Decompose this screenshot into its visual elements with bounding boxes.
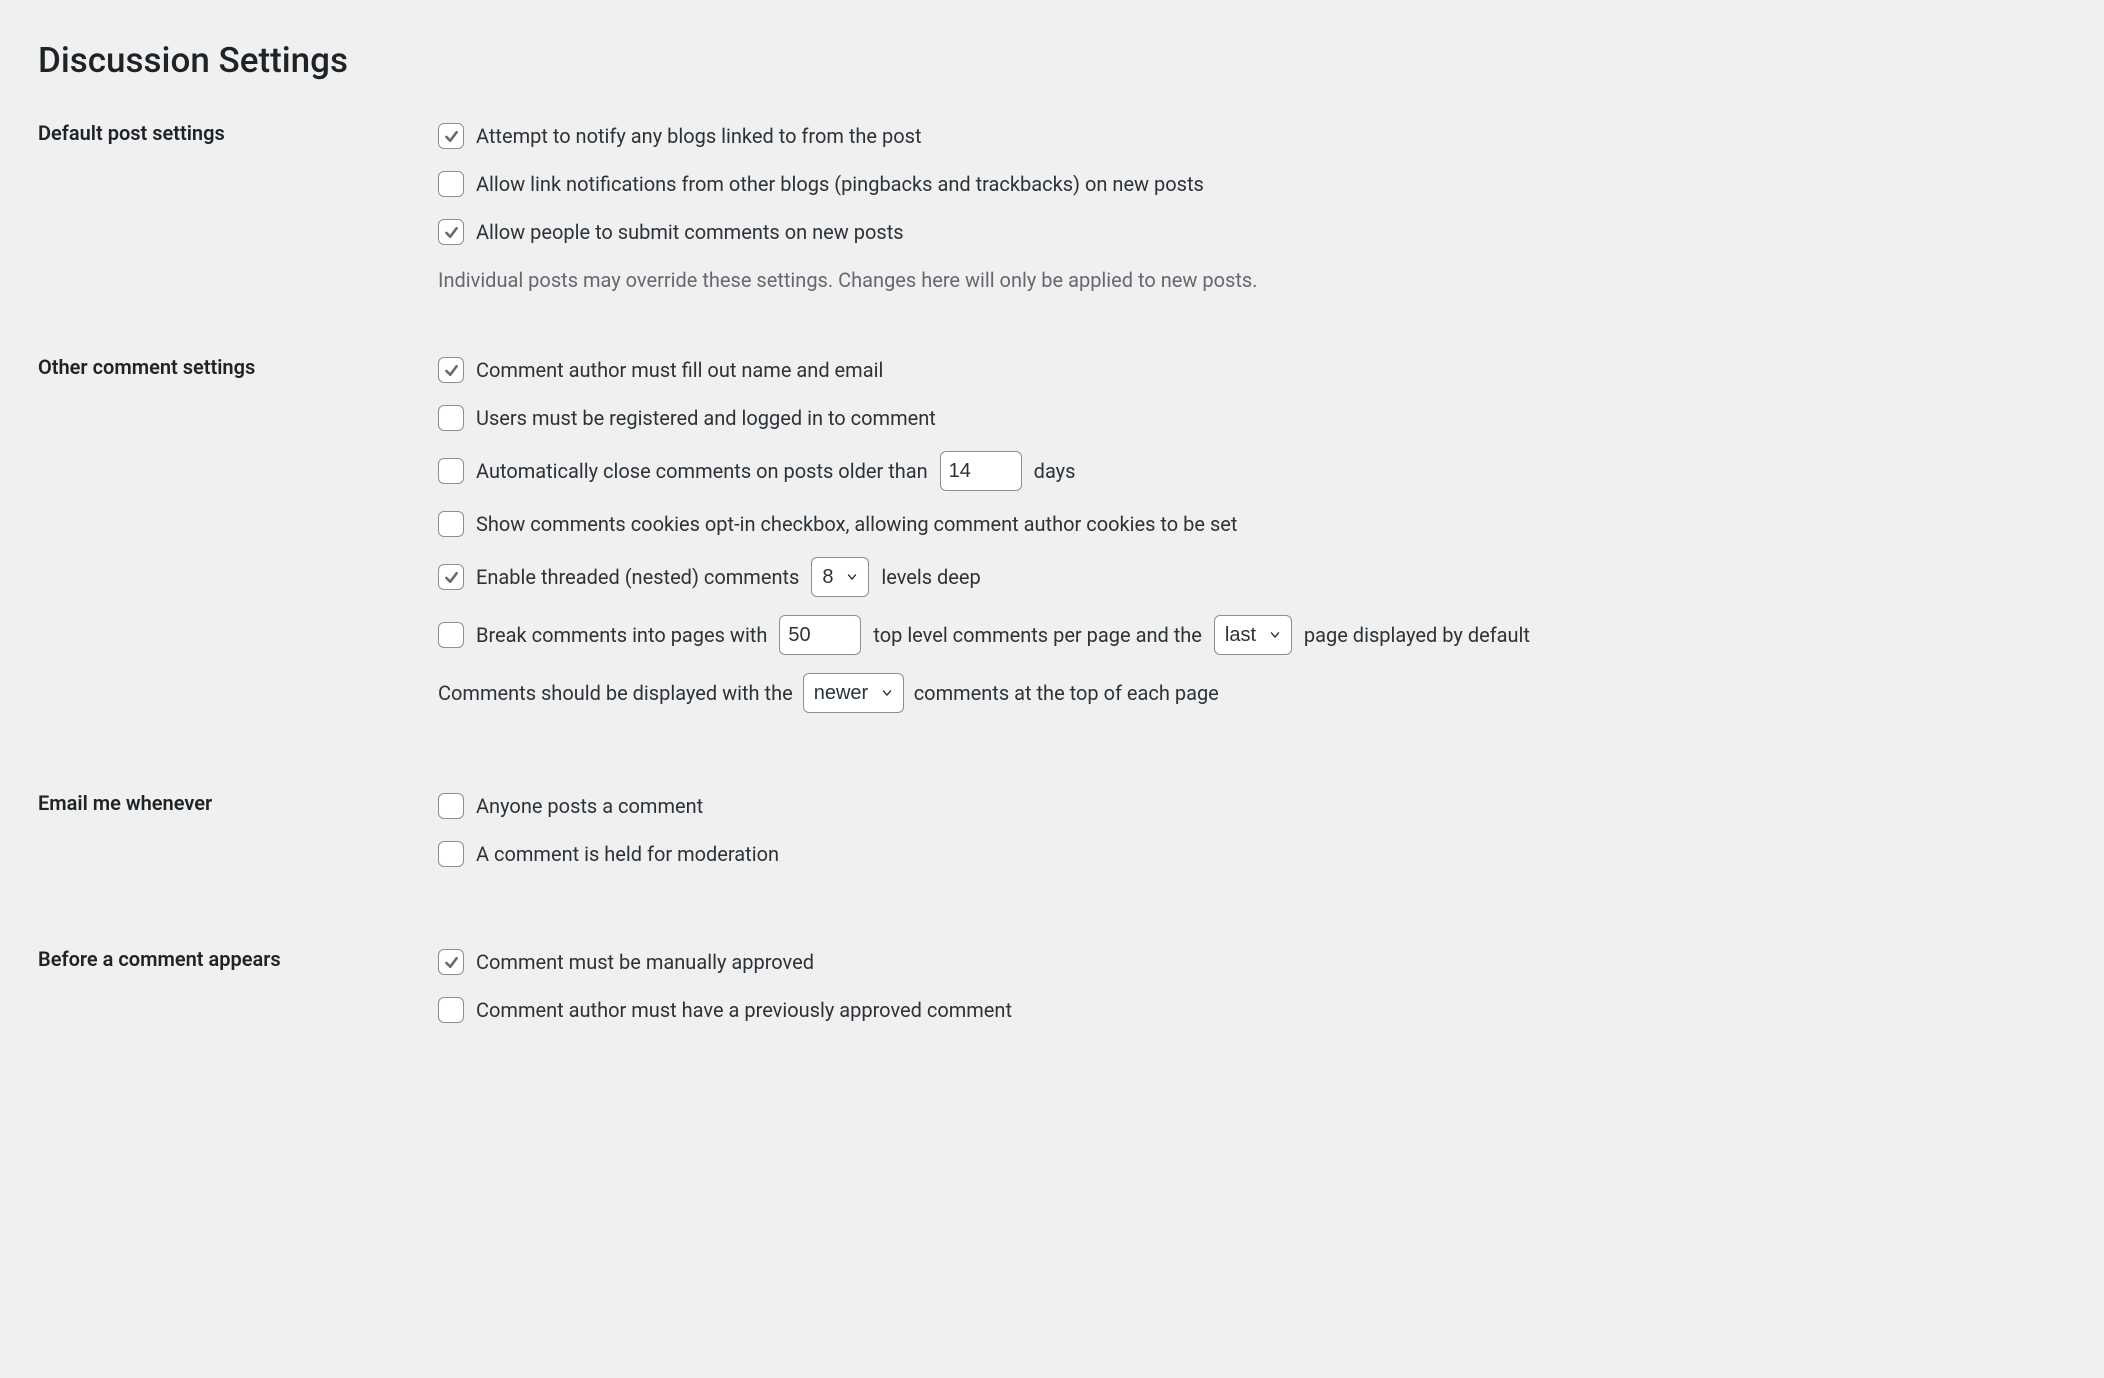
label-order-after: comments at the top of each page	[914, 678, 1219, 708]
label-threaded-before: Enable threaded (nested) comments	[476, 562, 799, 592]
checkbox-cookies-optin[interactable]	[438, 511, 464, 537]
checkbox-manual-approval[interactable]	[438, 949, 464, 975]
label-close-old-before: Automatically close comments on posts ol…	[476, 456, 928, 486]
input-close-old-days[interactable]	[940, 451, 1022, 491]
label-allow-pingbacks: Allow link notifications from other blog…	[476, 169, 1204, 199]
checkbox-require-registration[interactable]	[438, 405, 464, 431]
checkbox-previously-approved[interactable]	[438, 997, 464, 1023]
checkbox-require-name-email[interactable]	[438, 357, 464, 383]
checkbox-close-old-comments[interactable]	[438, 458, 464, 484]
checkbox-paginate[interactable]	[438, 622, 464, 648]
label-anyone-posts: Anyone posts a comment	[476, 791, 703, 821]
section-heading-email-me: Email me whenever	[38, 791, 438, 947]
description-default-post: Individual posts may override these sett…	[438, 265, 2066, 295]
section-heading-other-comment: Other comment settings	[38, 355, 438, 791]
page-title: Discussion Settings	[38, 40, 2066, 81]
section-heading-default-post: Default post settings	[38, 121, 438, 355]
label-close-old-after: days	[1034, 456, 1076, 486]
checkbox-anyone-posts[interactable]	[438, 793, 464, 819]
checkbox-allow-comments[interactable]	[438, 219, 464, 245]
input-comments-per-page[interactable]	[779, 615, 861, 655]
section-heading-before-appears: Before a comment appears	[38, 947, 438, 1103]
settings-form: Default post settings Attempt to notify …	[38, 121, 2066, 1103]
select-threaded-depth[interactable]: 8	[811, 557, 869, 597]
checkbox-notify-linked[interactable]	[438, 123, 464, 149]
label-held-moderation: A comment is held for moderation	[476, 839, 779, 869]
label-cookies-optin: Show comments cookies opt-in checkbox, a…	[476, 509, 1237, 539]
checkbox-allow-pingbacks[interactable]	[438, 171, 464, 197]
label-order-before: Comments should be displayed with the	[438, 678, 793, 708]
label-notify-linked: Attempt to notify any blogs linked to fr…	[476, 121, 922, 151]
label-paginate-mid: top level comments per page and the	[873, 620, 1202, 650]
label-paginate-before: Break comments into pages with	[476, 620, 767, 650]
checkbox-threaded[interactable]	[438, 564, 464, 590]
checkbox-held-moderation[interactable]	[438, 841, 464, 867]
label-threaded-after: levels deep	[881, 562, 980, 592]
select-default-page[interactable]: last	[1214, 615, 1292, 655]
label-require-registration: Users must be registered and logged in t…	[476, 403, 936, 433]
label-paginate-after: page displayed by default	[1304, 620, 1530, 650]
label-allow-comments: Allow people to submit comments on new p…	[476, 217, 904, 247]
label-previously-approved: Comment author must have a previously ap…	[476, 995, 1012, 1025]
label-manual-approval: Comment must be manually approved	[476, 947, 814, 977]
label-require-name-email: Comment author must fill out name and em…	[476, 355, 883, 385]
select-comment-order[interactable]: newer	[803, 673, 904, 713]
